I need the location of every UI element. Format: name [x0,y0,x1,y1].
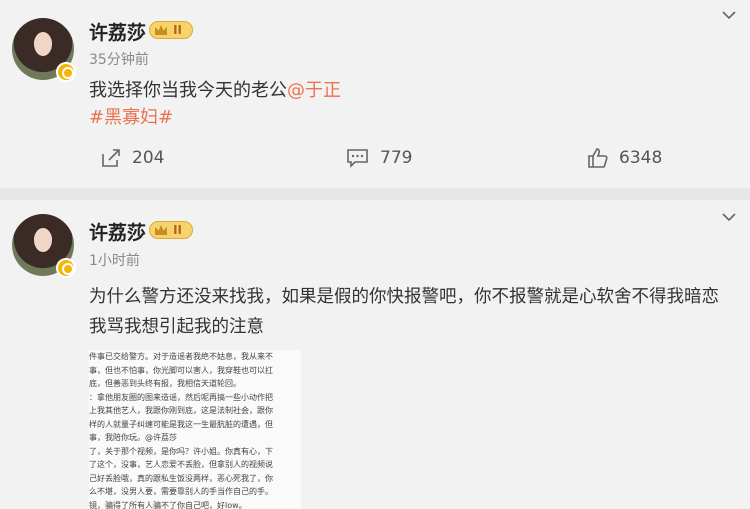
username[interactable]: 许荔莎 [89,218,146,245]
topic-link[interactable]: #黑寡妇# [89,107,173,128]
repost-button[interactable]: 204 [100,146,164,170]
post-text: 我选择你当我今天的老公@于正 [89,80,341,101]
like-count: 6348 [619,148,663,168]
vip-level-badge[interactable]: II [149,21,193,39]
vip-level-badge[interactable]: II [149,221,193,239]
mention-link[interactable]: @于正 [287,80,341,101]
verified-badge-icon [56,258,76,278]
repost-icon [102,149,120,167]
comment-count: 779 [380,148,413,168]
weibo-post-1: 许荔莎 II 35分钟前 我选择你当我今天的老公@于正 #黑寡妇# 204 77… [0,0,750,188]
avatar-face [34,228,52,252]
post-image[interactable]: 件事已交给警方。对于造谣者我绝不姑息，我从来不 事，但也不怕事，你光脚可以害人，… [89,350,301,509]
chevron-down-icon[interactable] [722,210,736,224]
post-topic-row: #黑寡妇# [89,103,173,133]
comment-button[interactable]: 779 [346,146,412,170]
weibo-post-2: 许荔莎 II 1小时前 为什么警方还没来找我，如果是假的你快报警吧，你不报警就是… [0,200,750,509]
avatar[interactable] [12,214,76,278]
repost-count: 204 [132,148,165,168]
crown-icon [155,25,167,35]
avatar-face [34,32,52,56]
verified-badge-icon [56,62,76,82]
post-text: 为什么警方还没来找我，如果是假的你快报警吧，你不报警就是心软舍不得我暗恋 我骂我… [89,287,719,337]
comment-icon [347,149,368,168]
post-divider [0,188,750,200]
post-time[interactable]: 35分钟前 [89,49,149,69]
username[interactable]: 许荔莎 [89,18,146,45]
chevron-down-icon[interactable] [722,8,736,22]
thumbs-up-icon [588,148,608,168]
crown-icon [155,225,167,235]
like-button[interactable]: 6348 [587,146,662,170]
post-time[interactable]: 1小时前 [89,250,140,270]
avatar[interactable] [12,18,76,82]
